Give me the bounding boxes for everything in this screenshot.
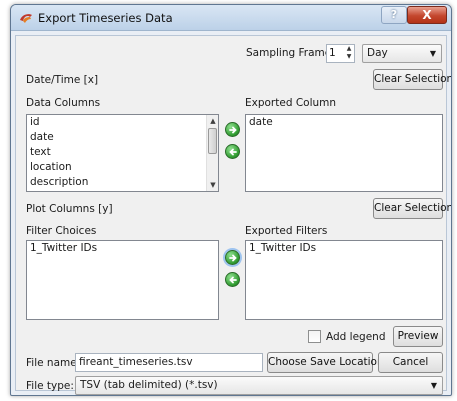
exported-column-label: Exported Column — [245, 97, 337, 109]
filter-choices-list[interactable]: 1_Twitter IDs — [26, 240, 219, 320]
file-name-label: File name: — [26, 357, 81, 369]
data-column-item[interactable]: location — [27, 160, 218, 175]
file-name-input[interactable]: fireant_timeseries.tsv — [75, 353, 263, 372]
clear-selection-x-button[interactable]: Clear Selection — [373, 69, 451, 90]
filter-choices-label: Filter Choices — [26, 225, 97, 237]
dialog-body: Sampling Frame 1 ▲ ▼ Day ▼ Date/Time [x] … — [15, 35, 451, 395]
add-legend-checkbox[interactable] — [308, 330, 321, 343]
export-dialog: Export Timeseries Data ? X Sampling Fram… — [10, 4, 452, 396]
add-legend-label: Add legend — [326, 331, 386, 343]
sampling-frame-value: 1 — [329, 47, 336, 59]
scroll-down-icon[interactable]: ▼ — [207, 179, 218, 191]
sampling-frame-label: Sampling Frame — [246, 47, 332, 59]
chevron-down-icon: ▼ — [429, 49, 436, 58]
data-column-item[interactable]: date — [27, 130, 218, 145]
sampling-frame-spinbox[interactable]: 1 ▲ ▼ — [326, 44, 355, 63]
data-column-item[interactable]: id — [27, 115, 218, 130]
remove-filter-arrow-button[interactable] — [225, 272, 240, 287]
data-columns-label: Data Columns — [26, 97, 101, 109]
exported-filter-item[interactable]: 1_Twitter IDs — [246, 241, 442, 256]
exported-column-item[interactable]: date — [246, 115, 442, 130]
title-bar: Export Timeseries Data ? X — [11, 5, 451, 31]
exported-filters-label: Exported Filters — [245, 225, 328, 237]
window-title: Export Timeseries Data — [38, 11, 173, 25]
plot-columns-label: Plot Columns [y] — [26, 203, 113, 215]
scroll-up-icon[interactable]: ▲ — [207, 115, 218, 127]
remove-column-arrow-button[interactable] — [225, 144, 240, 159]
sampling-unit-select[interactable]: Day ▼ — [362, 44, 442, 63]
exported-filters-list[interactable]: 1_Twitter IDs — [245, 240, 443, 320]
arrow-left-icon — [229, 148, 237, 156]
clear-selection-y-button[interactable]: Clear Selection — [373, 198, 451, 219]
data-column-item[interactable]: text — [27, 145, 218, 160]
app-icon — [20, 14, 32, 23]
spin-arrows-icon[interactable]: ▲ ▼ — [344, 45, 354, 62]
add-column-arrow-button[interactable] — [225, 122, 240, 137]
close-button[interactable]: X — [407, 6, 447, 24]
file-type-value: TSV (tab delimited) (*.tsv) — [80, 379, 218, 391]
data-column-item[interactable]: description — [27, 175, 218, 190]
add-filter-arrow-button[interactable] — [225, 250, 240, 265]
arrow-left-icon — [229, 276, 237, 284]
arrow-right-icon — [229, 254, 237, 262]
help-button[interactable]: ? — [381, 6, 407, 24]
preview-button[interactable]: Preview — [393, 326, 443, 347]
file-type-label: File type: — [26, 380, 74, 392]
chevron-down-icon: ▼ — [430, 381, 437, 390]
choose-save-location-button[interactable]: Choose Save Location — [267, 352, 384, 373]
sampling-unit-value: Day — [367, 47, 388, 59]
data-columns-list[interactable]: id date text location description ▲ ▼ — [26, 114, 219, 192]
exported-column-list[interactable]: date — [245, 114, 443, 192]
arrow-right-icon — [229, 126, 237, 134]
filter-choice-item[interactable]: 1_Twitter IDs — [27, 241, 218, 256]
datetime-label: Date/Time [x] — [26, 74, 99, 86]
file-type-select[interactable]: TSV (tab delimited) (*.tsv) ▼ — [75, 376, 443, 395]
scroll-thumb[interactable] — [208, 128, 217, 154]
cancel-button[interactable]: Cancel — [378, 352, 443, 373]
data-columns-scrollbar[interactable]: ▲ ▼ — [206, 115, 218, 191]
